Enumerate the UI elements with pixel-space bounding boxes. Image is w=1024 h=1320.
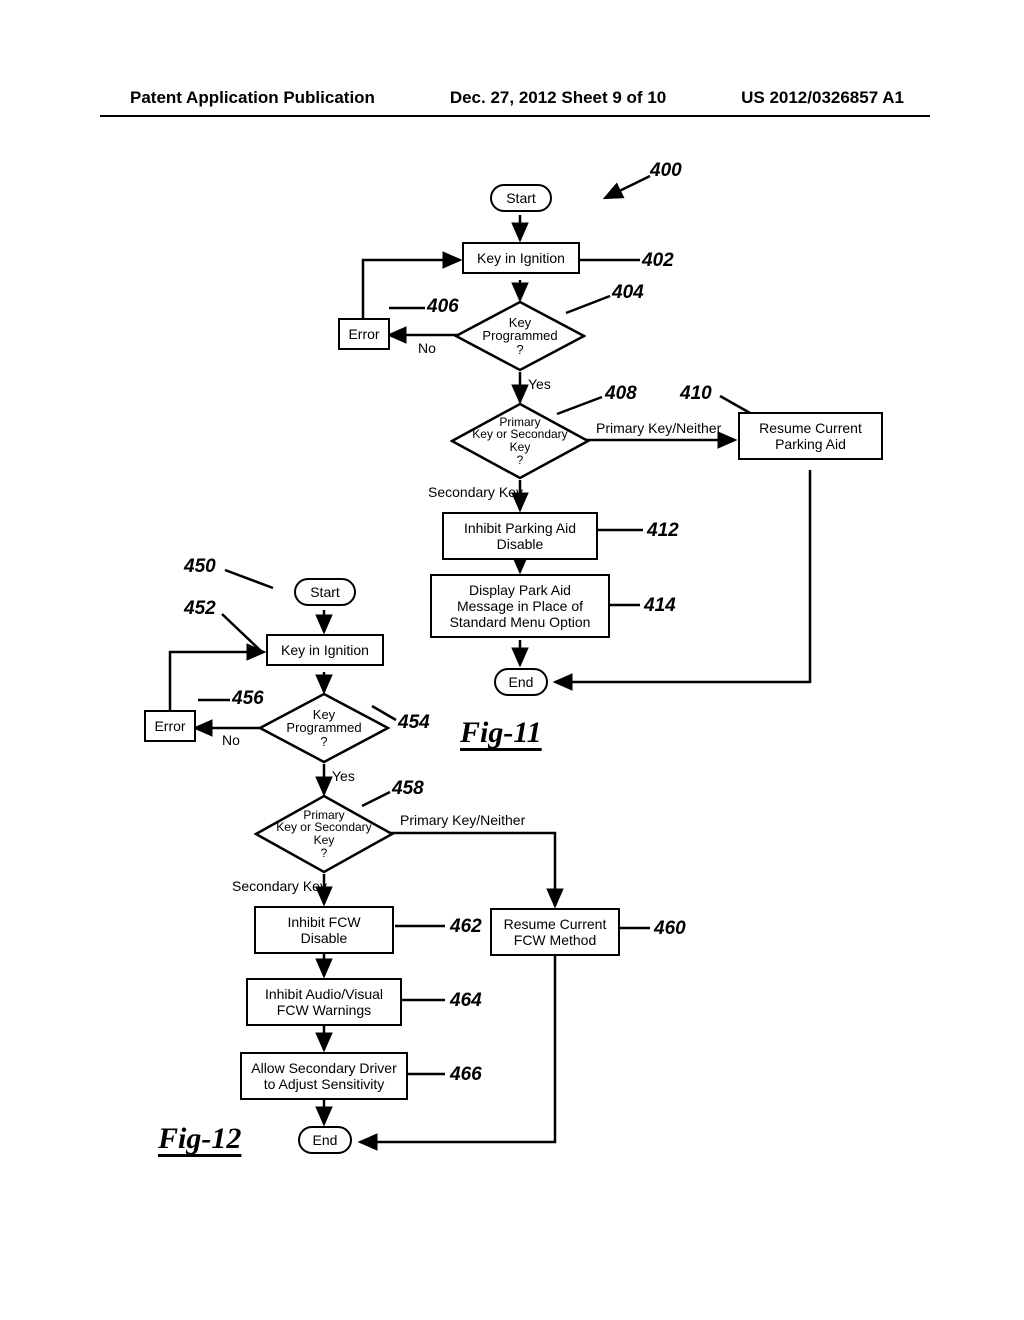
fig11-n408-label: Primary Key or Secondary Key ? — [450, 402, 590, 480]
header-center: Dec. 27, 2012 Sheet 9 of 10 — [450, 88, 666, 108]
fig11-n414: Display Park Aid Message in Place of Sta… — [430, 574, 610, 638]
ref-400: 400 — [650, 160, 682, 182]
ref-454: 454 — [398, 712, 430, 734]
fig12-n458: Primary Key or Secondary Key ? — [254, 794, 394, 874]
ref-402: 402 — [642, 250, 674, 272]
fig12-no: No — [222, 732, 240, 748]
page-header: Patent Application Publication Dec. 27, … — [0, 88, 1024, 108]
fig12-n452: Key in Ignition — [266, 634, 384, 666]
fig11-n412: Inhibit Parking Aid Disable — [442, 512, 598, 560]
fig12-n466: Allow Secondary Driver to Adjust Sensiti… — [240, 1052, 408, 1100]
ref-462: 462 — [450, 916, 482, 938]
fig11-n406: Error — [338, 318, 390, 350]
fig12-n460: Resume Current FCW Method — [490, 908, 620, 956]
fig12-sk: Secondary Key — [232, 878, 327, 894]
fig11-n404: Key Programmed ? — [454, 300, 586, 372]
ref-404: 404 — [612, 282, 644, 304]
fig12-end: End — [298, 1126, 352, 1154]
fig11-pk: Primary Key/Neither — [596, 420, 721, 436]
ref-452: 452 — [184, 598, 216, 620]
ref-408: 408 — [605, 383, 637, 405]
fig12-pk: Primary Key/Neither — [400, 812, 525, 828]
fig12-start: Start — [294, 578, 356, 606]
ref-458: 458 — [392, 778, 424, 800]
fig11-caption: Fig-11 — [460, 716, 542, 750]
fig12-yes: Yes — [332, 768, 355, 784]
fig11-n402: Key in Ignition — [462, 242, 580, 274]
fig11-start: Start — [490, 184, 552, 212]
fig11-n410: Resume Current Parking Aid — [738, 412, 883, 460]
header-left: Patent Application Publication — [130, 88, 375, 108]
fig11-n404-label: Key Programmed ? — [454, 300, 586, 372]
ref-406: 406 — [427, 296, 459, 318]
fig12-n464: Inhibit Audio/Visual FCW Warnings — [246, 978, 402, 1026]
fig12-n462: Inhibit FCW Disable — [254, 906, 394, 954]
ref-410: 410 — [680, 383, 712, 405]
ref-414: 414 — [644, 595, 676, 617]
fig11-n408: Primary Key or Secondary Key ? — [450, 402, 590, 480]
fig12-n458-label: Primary Key or Secondary Key ? — [254, 794, 394, 874]
ref-456: 456 — [232, 688, 264, 710]
ref-464: 464 — [450, 990, 482, 1012]
ref-460: 460 — [654, 918, 686, 940]
fig11-end: End — [494, 668, 548, 696]
page: Patent Application Publication Dec. 27, … — [0, 0, 1024, 1320]
fig12-caption: Fig-12 — [158, 1122, 241, 1156]
fig11-sk: Secondary Key — [428, 484, 523, 500]
header-right: US 2012/0326857 A1 — [741, 88, 904, 108]
header-rule — [100, 115, 930, 117]
fig12-n454-label: Key Programmed ? — [258, 692, 390, 764]
fig11-yes: Yes — [528, 376, 551, 392]
ref-412: 412 — [647, 520, 679, 542]
ref-466: 466 — [450, 1064, 482, 1086]
fig12-n456: Error — [144, 710, 196, 742]
fig11-no: No — [418, 340, 436, 356]
ref-450: 450 — [184, 556, 216, 578]
fig12-n454: Key Programmed ? — [258, 692, 390, 764]
